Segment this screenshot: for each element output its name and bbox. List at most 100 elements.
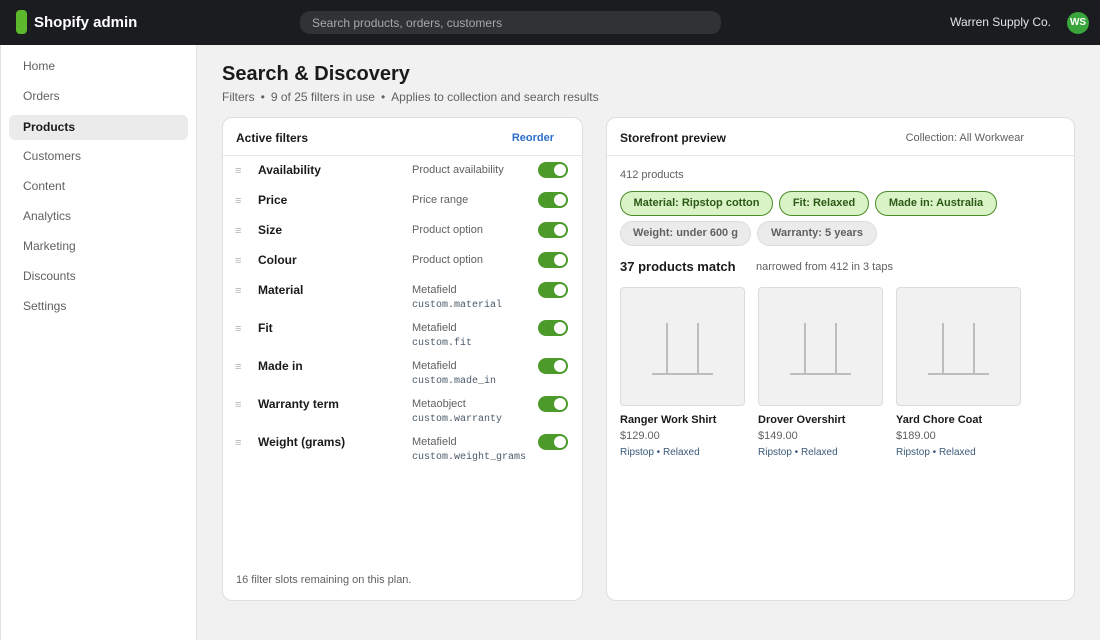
drag-handle-icon[interactable]: ≡ (235, 195, 241, 207)
filter-toggle[interactable] (538, 358, 568, 374)
sidebar: Home Orders Products Customers Content A… (0, 45, 197, 640)
hanger-icon (790, 373, 851, 375)
product-name[interactable]: Drover Overshirt (758, 414, 845, 426)
toggle-knob (554, 224, 566, 236)
filter-toggle[interactable] (538, 192, 568, 208)
product-price: $189.00 (896, 430, 936, 442)
filter-toggle[interactable] (538, 162, 568, 178)
filter-name: Size (258, 223, 283, 237)
hanger-icon (666, 323, 668, 374)
sidebar-item-orders[interactable]: Orders (9, 84, 188, 109)
filter-type: Metaobject (412, 398, 466, 410)
sidebar-item-content[interactable]: Content (9, 174, 188, 199)
filter-name: Colour (258, 253, 297, 267)
drag-handle-icon[interactable]: ≡ (235, 361, 241, 373)
sidebar-item-customers[interactable]: Customers (9, 144, 188, 169)
drag-handle-icon[interactable]: ≡ (235, 165, 241, 177)
metafield-key: custom.weight_grams (412, 452, 527, 463)
product-image-placeholder[interactable] (620, 287, 745, 406)
product-price: $129.00 (620, 430, 660, 442)
product-card: Yard Chore Coat $189.00 Ripstop • Relaxe… (896, 287, 1021, 458)
hanger-icon (973, 323, 975, 374)
storefront-preview-title: Storefront preview (620, 131, 727, 145)
metafield-key: custom.made_in (412, 376, 497, 387)
drag-handle-icon[interactable]: ≡ (235, 323, 241, 335)
product-attributes: Ripstop • Relaxed (758, 447, 838, 458)
filter-name: Price (258, 193, 288, 207)
drag-handle-icon[interactable]: ≡ (235, 285, 241, 297)
filter-chip-warranty[interactable]: Warranty: 5 years (757, 221, 877, 246)
store-name[interactable]: Warren Supply Co. (950, 15, 1051, 29)
filter-toggle[interactable] (538, 282, 568, 298)
reorder-button[interactable]: Reorder (512, 132, 554, 144)
drag-handle-icon[interactable]: ≡ (235, 437, 241, 449)
toggle-knob (554, 398, 566, 410)
product-name[interactable]: Yard Chore Coat (896, 414, 982, 426)
hanger-icon (804, 323, 806, 374)
shopify-bag-icon[interactable] (16, 10, 27, 34)
filter-type: Metafield (412, 322, 457, 334)
page-title: Search & Discovery (222, 63, 410, 85)
filter-chip-weight[interactable]: Weight: under 600 g (620, 221, 751, 246)
subtitle-scope: Applies to collection and search results (391, 90, 599, 104)
filter-type: Metafield (412, 284, 457, 296)
metafield-key: custom.fit (412, 338, 473, 349)
toggle-knob (554, 164, 566, 176)
global-search[interactable] (300, 11, 721, 34)
match-count: 37 products match (620, 259, 736, 274)
sidebar-item-discounts[interactable]: Discounts (9, 264, 188, 289)
avatar[interactable]: WS (1067, 12, 1089, 34)
filter-chip-made-in[interactable]: Made in: Australia (875, 191, 997, 216)
drag-handle-icon[interactable]: ≡ (235, 225, 241, 237)
product-price: $149.00 (758, 430, 798, 442)
filter-slots-note: 16 filter slots remaining on this plan. (236, 574, 412, 586)
product-name[interactable]: Ranger Work Shirt (620, 414, 716, 426)
filter-name: Availability (258, 163, 321, 177)
product-count: 412 products (620, 169, 684, 181)
filter-toggle[interactable] (538, 222, 568, 238)
product-image-placeholder[interactable] (896, 287, 1021, 406)
metafield-key: custom.warranty (412, 414, 503, 425)
storefront-preview-header: Storefront preview Collection: All Workw… (607, 118, 1074, 156)
filter-chip-material[interactable]: Material: Ripstop cotton (620, 191, 773, 216)
filter-type: Price range (412, 194, 469, 206)
sidebar-item-analytics[interactable]: Analytics (9, 204, 188, 229)
toggle-knob (554, 284, 566, 296)
drag-handle-icon[interactable]: ≡ (235, 399, 241, 411)
filter-name: Fit (258, 321, 273, 335)
filter-name: Warranty term (258, 397, 339, 411)
filter-name: Material (258, 283, 304, 297)
storefront-preview-card: Storefront preview Collection: All Workw… (606, 117, 1075, 601)
subtitle-section: Filters (222, 90, 255, 104)
hanger-icon (697, 323, 699, 374)
filter-toggle[interactable] (538, 252, 568, 268)
search-input[interactable] (300, 11, 721, 34)
sidebar-item-home[interactable]: Home (9, 54, 188, 79)
subtitle-separator: • (260, 90, 265, 104)
filter-name: Weight (grams) (258, 435, 346, 449)
top-bar: Shopify admin Warren Supply Co. WS (0, 0, 1100, 45)
filter-chip-fit[interactable]: Fit: Relaxed (779, 191, 869, 216)
metafield-key: custom.material (412, 300, 503, 311)
toggle-knob (554, 254, 566, 266)
filter-type: Product option (412, 224, 483, 236)
app-name[interactable]: Shopify admin (34, 14, 137, 31)
drag-handle-icon[interactable]: ≡ (235, 255, 241, 267)
product-card: Drover Overshirt $149.00 Ripstop • Relax… (758, 287, 883, 458)
product-attributes: Ripstop • Relaxed (620, 447, 700, 458)
hanger-icon (928, 373, 989, 375)
filter-type: Product availability (412, 164, 504, 176)
toggle-knob (554, 322, 566, 334)
filter-toggle[interactable] (538, 396, 568, 412)
filter-toggle[interactable] (538, 320, 568, 336)
product-image-placeholder[interactable] (758, 287, 883, 406)
sidebar-item-marketing[interactable]: Marketing (9, 234, 188, 259)
filter-toggle[interactable] (538, 434, 568, 450)
subtitle-usage: 9 of 25 filters in use (270, 90, 375, 104)
sidebar-item-settings[interactable]: Settings (9, 294, 188, 319)
hanger-icon (652, 373, 713, 375)
active-filters-card: Active filters Reorder ≡ Availability Pr… (222, 117, 583, 601)
page-subtitle: Filters • 9 of 25 filters in use • Applies t… (222, 90, 599, 104)
narrowed-note: narrowed from 412 in 3 taps (756, 261, 893, 273)
sidebar-item-products[interactable]: Products (9, 115, 188, 140)
